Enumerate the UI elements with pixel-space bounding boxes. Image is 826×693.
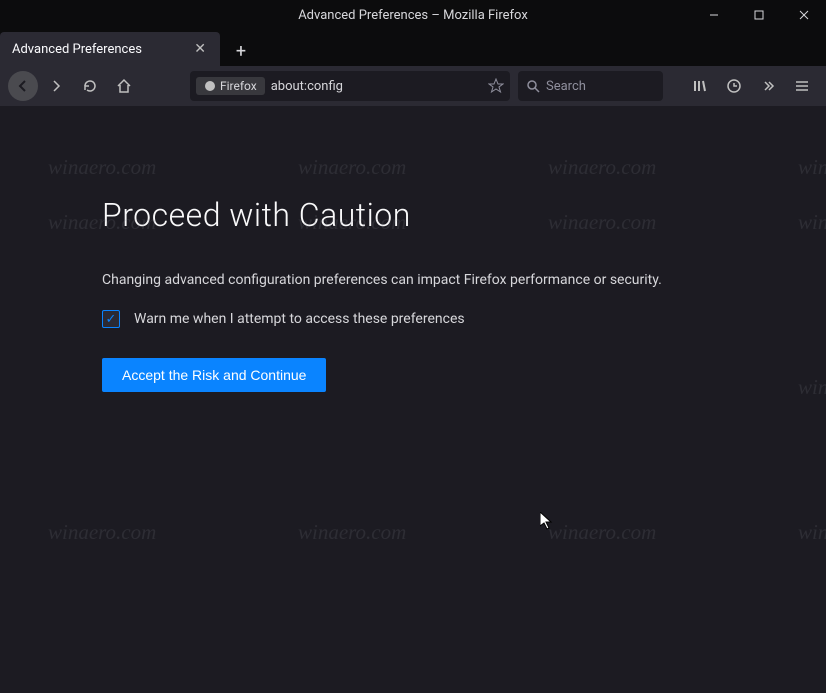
home-button[interactable] xyxy=(108,70,140,102)
close-icon[interactable]: ✕ xyxy=(190,39,210,59)
menu-button[interactable] xyxy=(786,70,818,102)
page-heading: Proceed with Caution xyxy=(102,196,826,234)
cursor-icon xyxy=(540,512,554,532)
tab-title: Advanced Preferences xyxy=(12,42,142,57)
identity-label: Firefox xyxy=(220,79,257,93)
watermark: winaero.com xyxy=(298,520,406,545)
check-icon: ✓ xyxy=(106,312,117,327)
warn-checkbox-label: Warn me when I attempt to access these p… xyxy=(134,311,465,327)
urlbar[interactable]: Firefox about:config xyxy=(190,71,510,101)
forward-button[interactable] xyxy=(40,70,72,102)
firefox-icon xyxy=(204,80,216,92)
window-controls xyxy=(691,0,826,30)
window-title: Advanced Preferences – Mozilla Firefox xyxy=(298,8,528,23)
minimize-button[interactable] xyxy=(691,0,736,30)
accept-risk-button[interactable]: Accept the Risk and Continue xyxy=(102,358,326,392)
back-button[interactable] xyxy=(8,71,38,101)
identity-box[interactable]: Firefox xyxy=(196,77,265,95)
close-button[interactable] xyxy=(781,0,826,30)
page-content: Proceed with Caution Changing advanced c… xyxy=(0,106,826,392)
search-icon xyxy=(526,79,540,93)
tab-advanced-preferences[interactable]: Advanced Preferences ✕ xyxy=(0,32,220,66)
bookmark-star-icon[interactable] xyxy=(488,78,504,94)
new-tab-button[interactable]: + xyxy=(226,36,256,66)
history-button[interactable] xyxy=(718,70,750,102)
searchbar[interactable]: Search xyxy=(518,71,663,101)
library-button[interactable] xyxy=(684,70,716,102)
watermark: winaero.com xyxy=(48,520,156,545)
url-text: about:config xyxy=(271,79,482,94)
search-placeholder: Search xyxy=(546,79,586,94)
toolbar: Firefox about:config Search xyxy=(0,66,826,106)
watermark: winaero.com xyxy=(798,520,826,545)
titlebar: Advanced Preferences – Mozilla Firefox xyxy=(0,0,826,30)
maximize-button[interactable] xyxy=(736,0,781,30)
warn-checkbox[interactable]: ✓ xyxy=(102,310,120,328)
reload-button[interactable] xyxy=(74,70,106,102)
warning-text: Changing advanced configuration preferen… xyxy=(102,272,826,288)
warn-checkbox-row[interactable]: ✓ Warn me when I attempt to access these… xyxy=(102,310,826,328)
watermark: winaero.com xyxy=(548,520,656,545)
tabbar: Advanced Preferences ✕ + xyxy=(0,30,826,66)
overflow-button[interactable] xyxy=(752,70,784,102)
